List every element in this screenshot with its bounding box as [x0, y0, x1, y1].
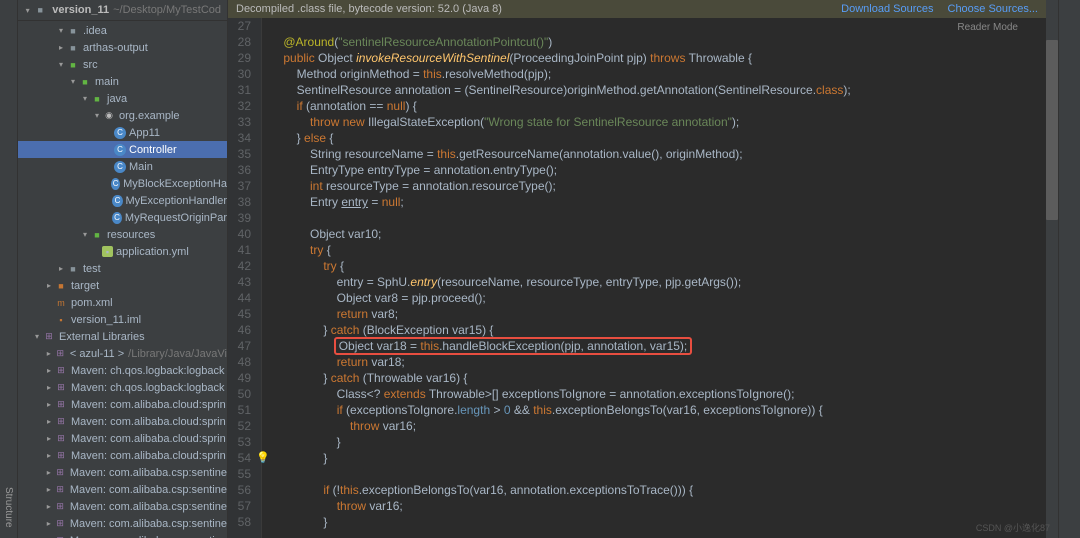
tree-item[interactable]: ▾■.idea: [18, 22, 227, 39]
scroll-thumb[interactable]: [1046, 40, 1058, 220]
project-header: ▾ ■ version_11 ~/Desktop/MyTestCod: [18, 0, 227, 21]
project-sidebar: ▾ ■ version_11 ~/Desktop/MyTestCod ▾■.id…: [18, 0, 228, 538]
folder-icon: ■: [35, 3, 45, 17]
tree-item[interactable]: ▾⊞External Libraries: [18, 328, 227, 345]
tree-item[interactable]: ▸⊞Maven: com.alibaba.cloud:sprin: [18, 413, 227, 430]
tree-item[interactable]: ▸⊞Maven: ch.qos.logback:logback: [18, 362, 227, 379]
tree-item[interactable]: ▾■java: [18, 90, 227, 107]
tree-item[interactable]: ▾■main: [18, 73, 227, 90]
tree-item[interactable]: ▸⊞Maven: com.alibaba.csp:sentine: [18, 498, 227, 515]
tree-item[interactable]: CMyBlockExceptionHa: [18, 175, 227, 192]
tree-item[interactable]: ▸⊞Maven: com.alibaba.cloud:sprin: [18, 396, 227, 413]
tree-item[interactable]: ▸⊞Maven: com.alibaba.csp:sentine: [18, 532, 227, 538]
tree-item[interactable]: ▸■test: [18, 260, 227, 277]
tree-item[interactable]: CMyRequestOriginPar: [18, 209, 227, 226]
tree-item[interactable]: ▪version_11.iml: [18, 311, 227, 328]
tree-item[interactable]: ▾◉org.example: [18, 107, 227, 124]
banner-message: Decompiled .class file, bytecode version…: [236, 3, 502, 15]
tree-item[interactable]: CController: [18, 141, 227, 158]
project-name: version_11: [52, 4, 109, 16]
choose-sources-link[interactable]: Choose Sources...: [948, 3, 1039, 15]
tree-item[interactable]: CMyExceptionHandler: [18, 192, 227, 209]
tree-item[interactable]: ▸⊞< azul-11 >/Library/Java/JavaVi: [18, 345, 227, 362]
tree-item[interactable]: ▸⊞Maven: com.alibaba.cloud:sprin: [18, 430, 227, 447]
project-tree[interactable]: ▾■.idea▸■arthas-output▾■src▾■main▾■java▾…: [18, 21, 227, 538]
code-content[interactable]: @Around("sentinelResourceAnnotationPoint…: [262, 18, 1046, 538]
download-sources-link[interactable]: Download Sources: [841, 3, 933, 15]
tree-item[interactable]: ▸⊞Maven: ch.qos.logback:logback: [18, 379, 227, 396]
code-area[interactable]: 2728293031323334353637383940414243444546…: [228, 18, 1046, 538]
vertical-scrollbar[interactable]: [1046, 0, 1058, 538]
tree-item[interactable]: ▸■target: [18, 277, 227, 294]
tree-item[interactable]: ▸⊞Maven: com.alibaba.cloud:sprin: [18, 447, 227, 464]
right-tool-strip[interactable]: [1058, 0, 1080, 538]
tree-item[interactable]: ▾■src: [18, 56, 227, 73]
structure-tab[interactable]: Structure: [3, 487, 14, 528]
tree-item[interactable]: CMain: [18, 158, 227, 175]
tree-item[interactable]: ▸⊞Maven: com.alibaba.csp:sentine: [18, 464, 227, 481]
watermark: CSDN @小逸化87: [976, 521, 1050, 534]
chevron-down-icon[interactable]: ▾: [24, 6, 31, 15]
tree-item[interactable]: ▾■resources: [18, 226, 227, 243]
tree-item[interactable]: ▸⊞Maven: com.alibaba.csp:sentine: [18, 481, 227, 498]
tree-item[interactable]: ▪application.yml: [18, 243, 227, 260]
tree-item[interactable]: CApp11: [18, 124, 227, 141]
tree-item[interactable]: mpom.xml: [18, 294, 227, 311]
project-path: ~/Desktop/MyTestCod: [113, 4, 221, 16]
editor-pane: Decompiled .class file, bytecode version…: [228, 0, 1046, 538]
tree-item[interactable]: ▸■arthas-output: [18, 39, 227, 56]
left-tool-strip[interactable]: Structure: [0, 0, 18, 538]
tree-item[interactable]: ▸⊞Maven: com.alibaba.csp:sentine: [18, 515, 227, 532]
decompiled-banner: Decompiled .class file, bytecode version…: [228, 0, 1046, 18]
